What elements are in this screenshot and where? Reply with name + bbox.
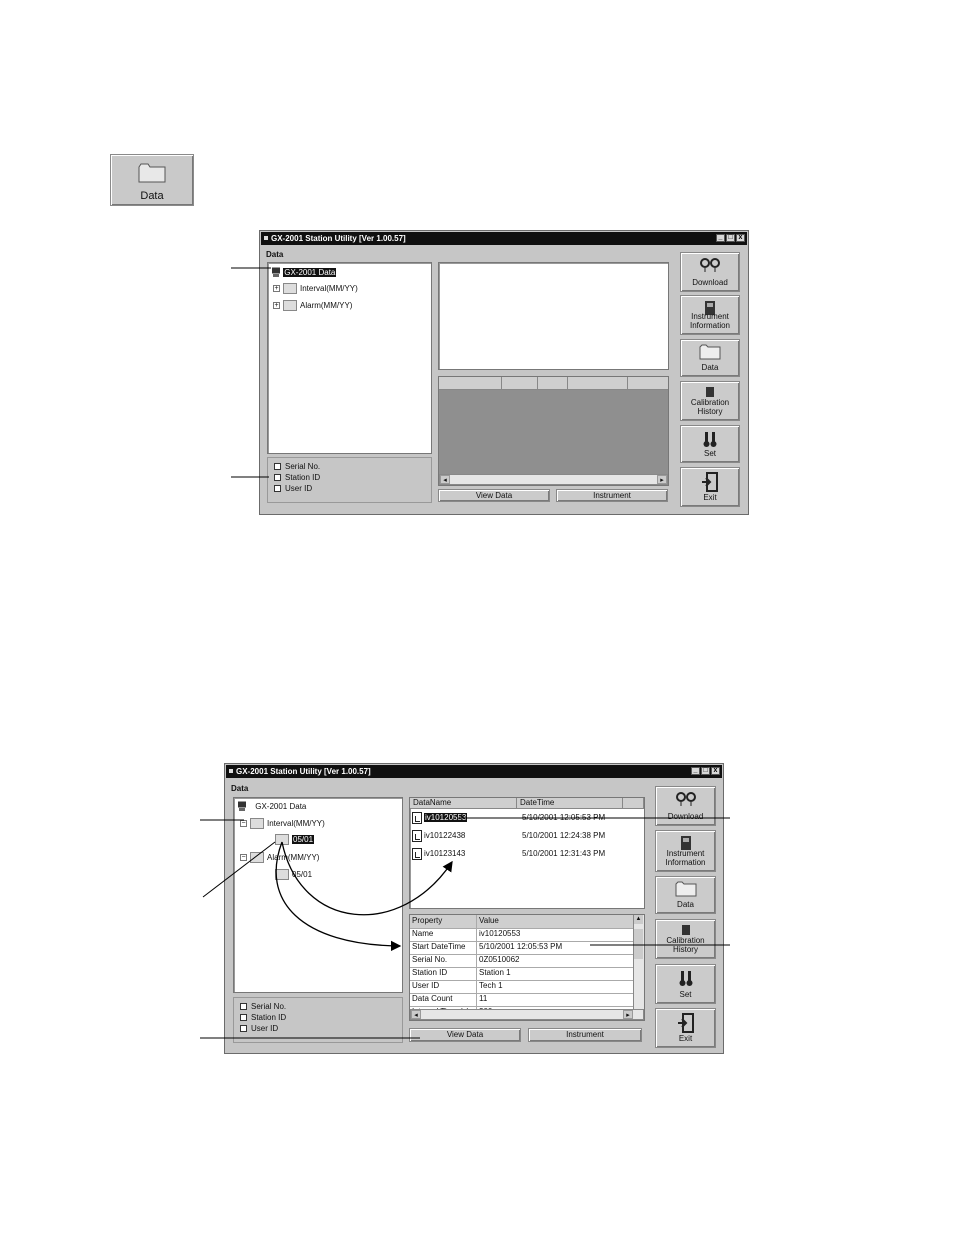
arrow-to-properties	[275, 841, 402, 952]
arrow-to-list	[281, 841, 453, 916]
callout-overlay	[200, 267, 730, 1039]
callout-line	[202, 841, 276, 898]
